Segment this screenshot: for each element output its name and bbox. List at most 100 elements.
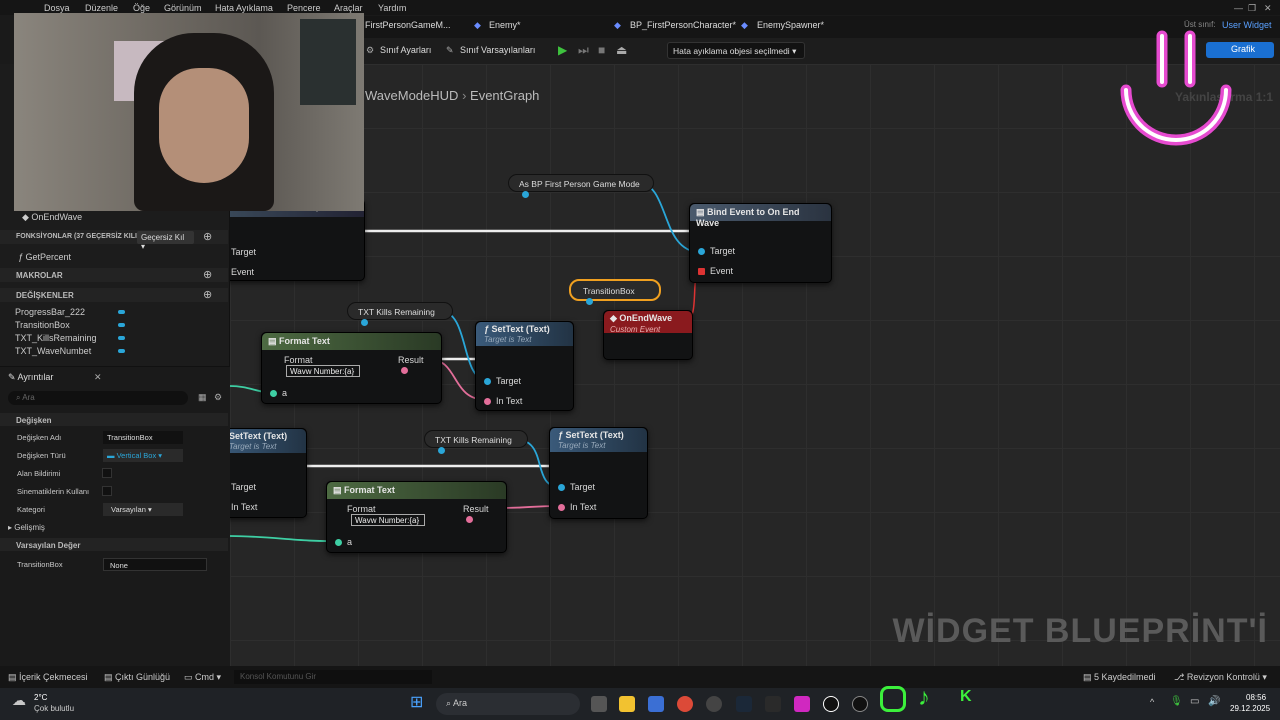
macros-header[interactable]: MAKROLAR — [0, 268, 228, 282]
task-view-icon[interactable] — [591, 696, 607, 712]
pin-target[interactable]: Target — [231, 247, 256, 257]
variable-item[interactable]: TransitionBox — [15, 320, 70, 330]
settings-icon[interactable]: ⚙ — [214, 392, 222, 403]
unreal-engine-icon[interactable] — [823, 696, 839, 712]
eject-icon[interactable]: ⏏ — [616, 43, 627, 57]
cmd-select[interactable]: ▭ Cmd ▾ — [184, 672, 221, 683]
format-text-node[interactable]: ▤ Format Text Format Wavw Number:{a} Res… — [261, 332, 442, 404]
close-window-icon[interactable]: ✕ — [1264, 1, 1272, 16]
default-value-select[interactable]: None — [103, 558, 207, 571]
chrome-icon[interactable] — [677, 696, 693, 712]
pin-target[interactable]: Target — [698, 246, 735, 256]
minimize-icon[interactable]: — — [1234, 1, 1243, 15]
tab-enemy[interactable]: Enemy* — [489, 20, 521, 30]
debug-object-select[interactable]: Hata ayıklama objesi seçilmedi ▾ — [667, 42, 805, 59]
event-item-onendwave[interactable]: ◆ OnEndWave — [22, 212, 82, 223]
pin-format[interactable]: Format — [284, 355, 313, 365]
advanced-section[interactable]: ▸ Gelişmiş — [8, 523, 45, 532]
tab-spawner[interactable]: EnemySpawner* — [757, 20, 824, 30]
unreal-engine-icon[interactable] — [852, 696, 868, 712]
tray-chevron-icon[interactable]: ^ — [1150, 697, 1154, 707]
menu-help[interactable]: Yardım — [378, 1, 406, 15]
add-function-icon[interactable]: ⊕ — [203, 230, 212, 243]
event-graph-canvas[interactable]: WaveModeHUD › EventGraph Yakınlaştırma 1… — [230, 64, 1280, 666]
windows-start-icon[interactable]: ⊞ — [410, 692, 423, 712]
output-log-button[interactable]: ▤ Çıktı Günlüğü — [104, 672, 170, 683]
settext-node-partial[interactable]: SetText (Text) Target is Text Target In T… — [230, 428, 307, 518]
restore-icon[interactable]: ❐ — [1248, 1, 1256, 16]
step-icon[interactable]: ⏭ — [578, 43, 589, 58]
variables-header[interactable]: DEĞİŞKENLER — [0, 288, 228, 302]
close-tab-icon[interactable]: ✕ — [94, 372, 102, 383]
txt-kills-var-node[interactable]: TXT Kills Remaining — [424, 430, 528, 454]
add-macro-icon[interactable]: ⊕ — [203, 268, 212, 281]
pin-target[interactable]: Target — [558, 482, 595, 492]
pin-in-text[interactable]: In Text — [484, 396, 522, 406]
pin-target[interactable]: Target — [231, 482, 256, 492]
app-icon[interactable] — [706, 696, 722, 712]
network-icon[interactable]: ▭ — [1190, 696, 1199, 707]
revision-control-button[interactable]: ⎇ Revizyon Kontrolü ▾ — [1174, 672, 1267, 683]
add-variable-icon[interactable]: ⊕ — [203, 288, 212, 301]
class-defaults-button[interactable]: Sınıf Varsayılanları — [460, 45, 535, 55]
pin-a[interactable]: a — [335, 537, 352, 547]
variable-item[interactable]: ProgressBar_222 — [15, 307, 85, 317]
variable-name-field[interactable]: TransitionBox — [103, 431, 183, 444]
steam-icon[interactable] — [736, 696, 752, 712]
pin-format[interactable]: Format — [347, 504, 376, 514]
pin-a[interactable]: a — [270, 388, 287, 398]
pin-target[interactable]: Target — [484, 376, 521, 386]
stop-icon[interactable]: ■ — [598, 43, 605, 57]
microphone-icon[interactable]: 🎙 — [1170, 696, 1183, 707]
bind-event-enemy-killed-node[interactable]: Bind Event to On Enemy Killed Target Eve… — [230, 199, 365, 281]
format-value-field[interactable]: Wavw Number:{a} — [286, 365, 360, 377]
on-end-wave-event-node[interactable]: ◆ OnEndWave Custom Event — [603, 310, 693, 360]
details-title-text: Ayrıntılar — [17, 372, 54, 382]
bind-event-end-wave-node[interactable]: ▤ Bind Event to On End Wave Target Event — [689, 203, 832, 283]
details-search[interactable]: ⌕ Ara — [8, 391, 188, 405]
variable-type-select[interactable]: ▬ Vertical Box ▾ — [103, 449, 183, 462]
pin-result[interactable]: Result — [463, 504, 506, 524]
clock-date: 29.12.2025 — [1230, 704, 1271, 713]
store-icon[interactable] — [648, 696, 664, 712]
variable-item[interactable]: TXT_WaveNumbet — [15, 346, 91, 356]
epic-games-icon[interactable] — [765, 696, 781, 712]
instagram-icon — [880, 686, 906, 712]
app-pink-icon[interactable] — [794, 696, 810, 712]
unsaved-button[interactable]: ▤ 5 Kaydedilmedi — [1083, 672, 1156, 683]
cast-var-node[interactable]: As BP First Person Game Mode — [508, 174, 654, 198]
class-settings-button[interactable]: Sınıf Ayarları — [380, 45, 431, 55]
format-text-node[interactable]: ▤ Format Text Format Wavw Number:{a} Res… — [326, 481, 507, 553]
category-select[interactable]: Varsayılan ▾ — [103, 503, 183, 516]
revision-label: Revizyon Kontrolü — [1186, 672, 1260, 682]
tab-spawner-icon: ◆ — [741, 20, 748, 30]
settext-node[interactable]: ƒ SetText (Text) Target is Text Target In… — [549, 427, 648, 519]
volume-icon[interactable]: 🔊 — [1208, 696, 1220, 707]
transition-box-var-node[interactable]: TransitionBox — [569, 279, 661, 305]
settext-node[interactable]: ƒ SetText (Text) Target is Text Target In… — [475, 321, 574, 411]
unsaved-label: 5 Kaydedilmedi — [1094, 672, 1156, 682]
console-input[interactable]: Konsol Komutunu Gir — [234, 670, 432, 684]
function-item-getpercent[interactable]: ƒ GetPercent — [18, 252, 71, 262]
pin-event[interactable]: Event — [698, 266, 733, 276]
field-notify-checkbox[interactable] — [102, 468, 112, 478]
pin-result[interactable]: Result — [398, 355, 441, 375]
tab-character[interactable]: BP_FirstPersonCharacter* — [630, 20, 736, 30]
override-dropdown[interactable]: Geçersiz Kıl ▾ — [137, 231, 194, 251]
play-icon[interactable]: ▶ — [558, 43, 567, 57]
table-view-icon[interactable]: ▦ — [198, 392, 207, 403]
tab-gamemode[interactable]: FirstPersonGameM... — [365, 20, 451, 30]
variable-section[interactable]: Değişken — [0, 413, 228, 426]
content-drawer-button[interactable]: ▤ İçerik Çekmecesi — [8, 672, 88, 683]
txt-kills-var-node[interactable]: TXT Kills Remaining — [347, 302, 453, 326]
pin-in-text[interactable]: In Text — [558, 502, 596, 512]
taskbar-search[interactable]: ⌕ Ara — [436, 693, 580, 715]
variable-item[interactable]: TXT_KillsRemaining — [15, 333, 97, 343]
default-value-section[interactable]: Varsayılan Değer — [0, 538, 228, 551]
cinematics-checkbox[interactable] — [102, 486, 112, 496]
format-value-field[interactable]: Wavw Number:{a} — [351, 514, 425, 526]
pin-event[interactable]: Event — [231, 267, 254, 277]
parrot-poster — [300, 19, 356, 105]
file-explorer-icon[interactable] — [619, 696, 635, 712]
pin-in-text[interactable]: In Text — [231, 502, 257, 512]
